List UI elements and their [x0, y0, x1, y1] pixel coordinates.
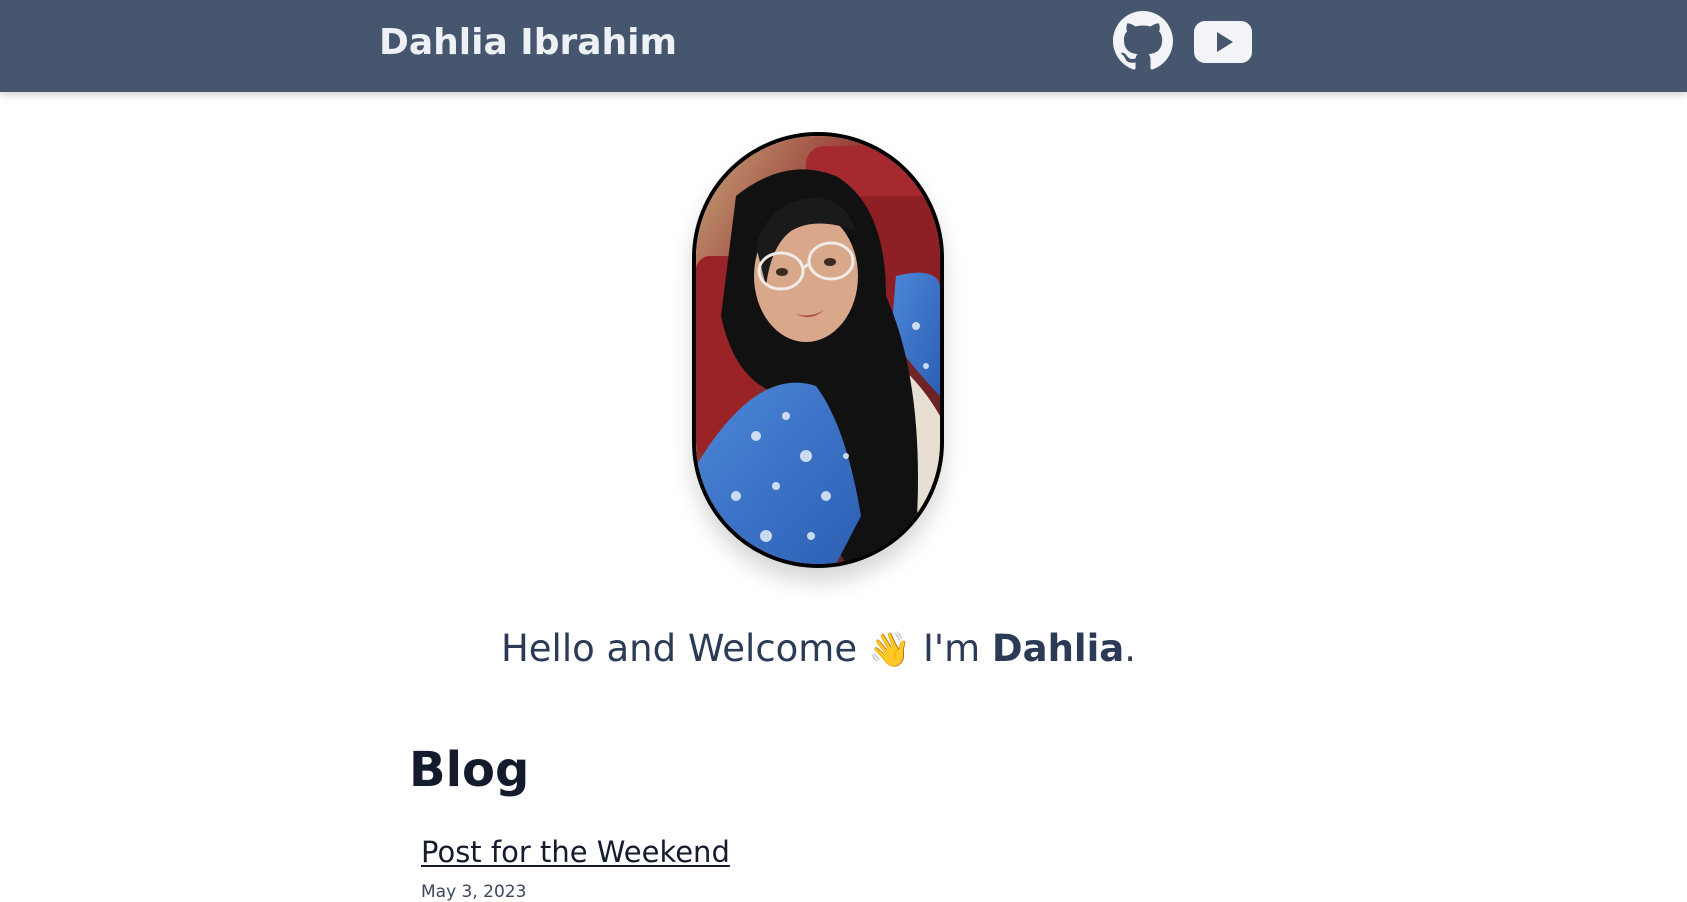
- github-link[interactable]: [1113, 11, 1173, 71]
- github-icon: [1113, 11, 1173, 70]
- top-navbar: Dahlia Ibrahim: [0, 0, 1687, 92]
- greeting-name: Dahlia: [991, 627, 1125, 670]
- youtube-icon: [1194, 21, 1252, 63]
- blog-heading: Blog: [409, 742, 530, 798]
- site-title-link[interactable]: Dahlia Ibrahim: [379, 22, 677, 63]
- welcome-greeting: Hello and Welcome 👋 I'm Dahlia.: [0, 627, 1637, 670]
- waving-hand-icon: 👋: [868, 630, 912, 670]
- blog-post-date: May 3, 2023: [421, 882, 527, 902]
- greeting-text: Hello and Welcome: [500, 627, 858, 670]
- youtube-link[interactable]: [1193, 20, 1253, 64]
- blog-post-title-link[interactable]: Post for the Weekend: [421, 835, 730, 869]
- profile-photo: [692, 132, 944, 568]
- greeting-im: I'm: [923, 627, 981, 670]
- greeting-period: .: [1124, 627, 1137, 670]
